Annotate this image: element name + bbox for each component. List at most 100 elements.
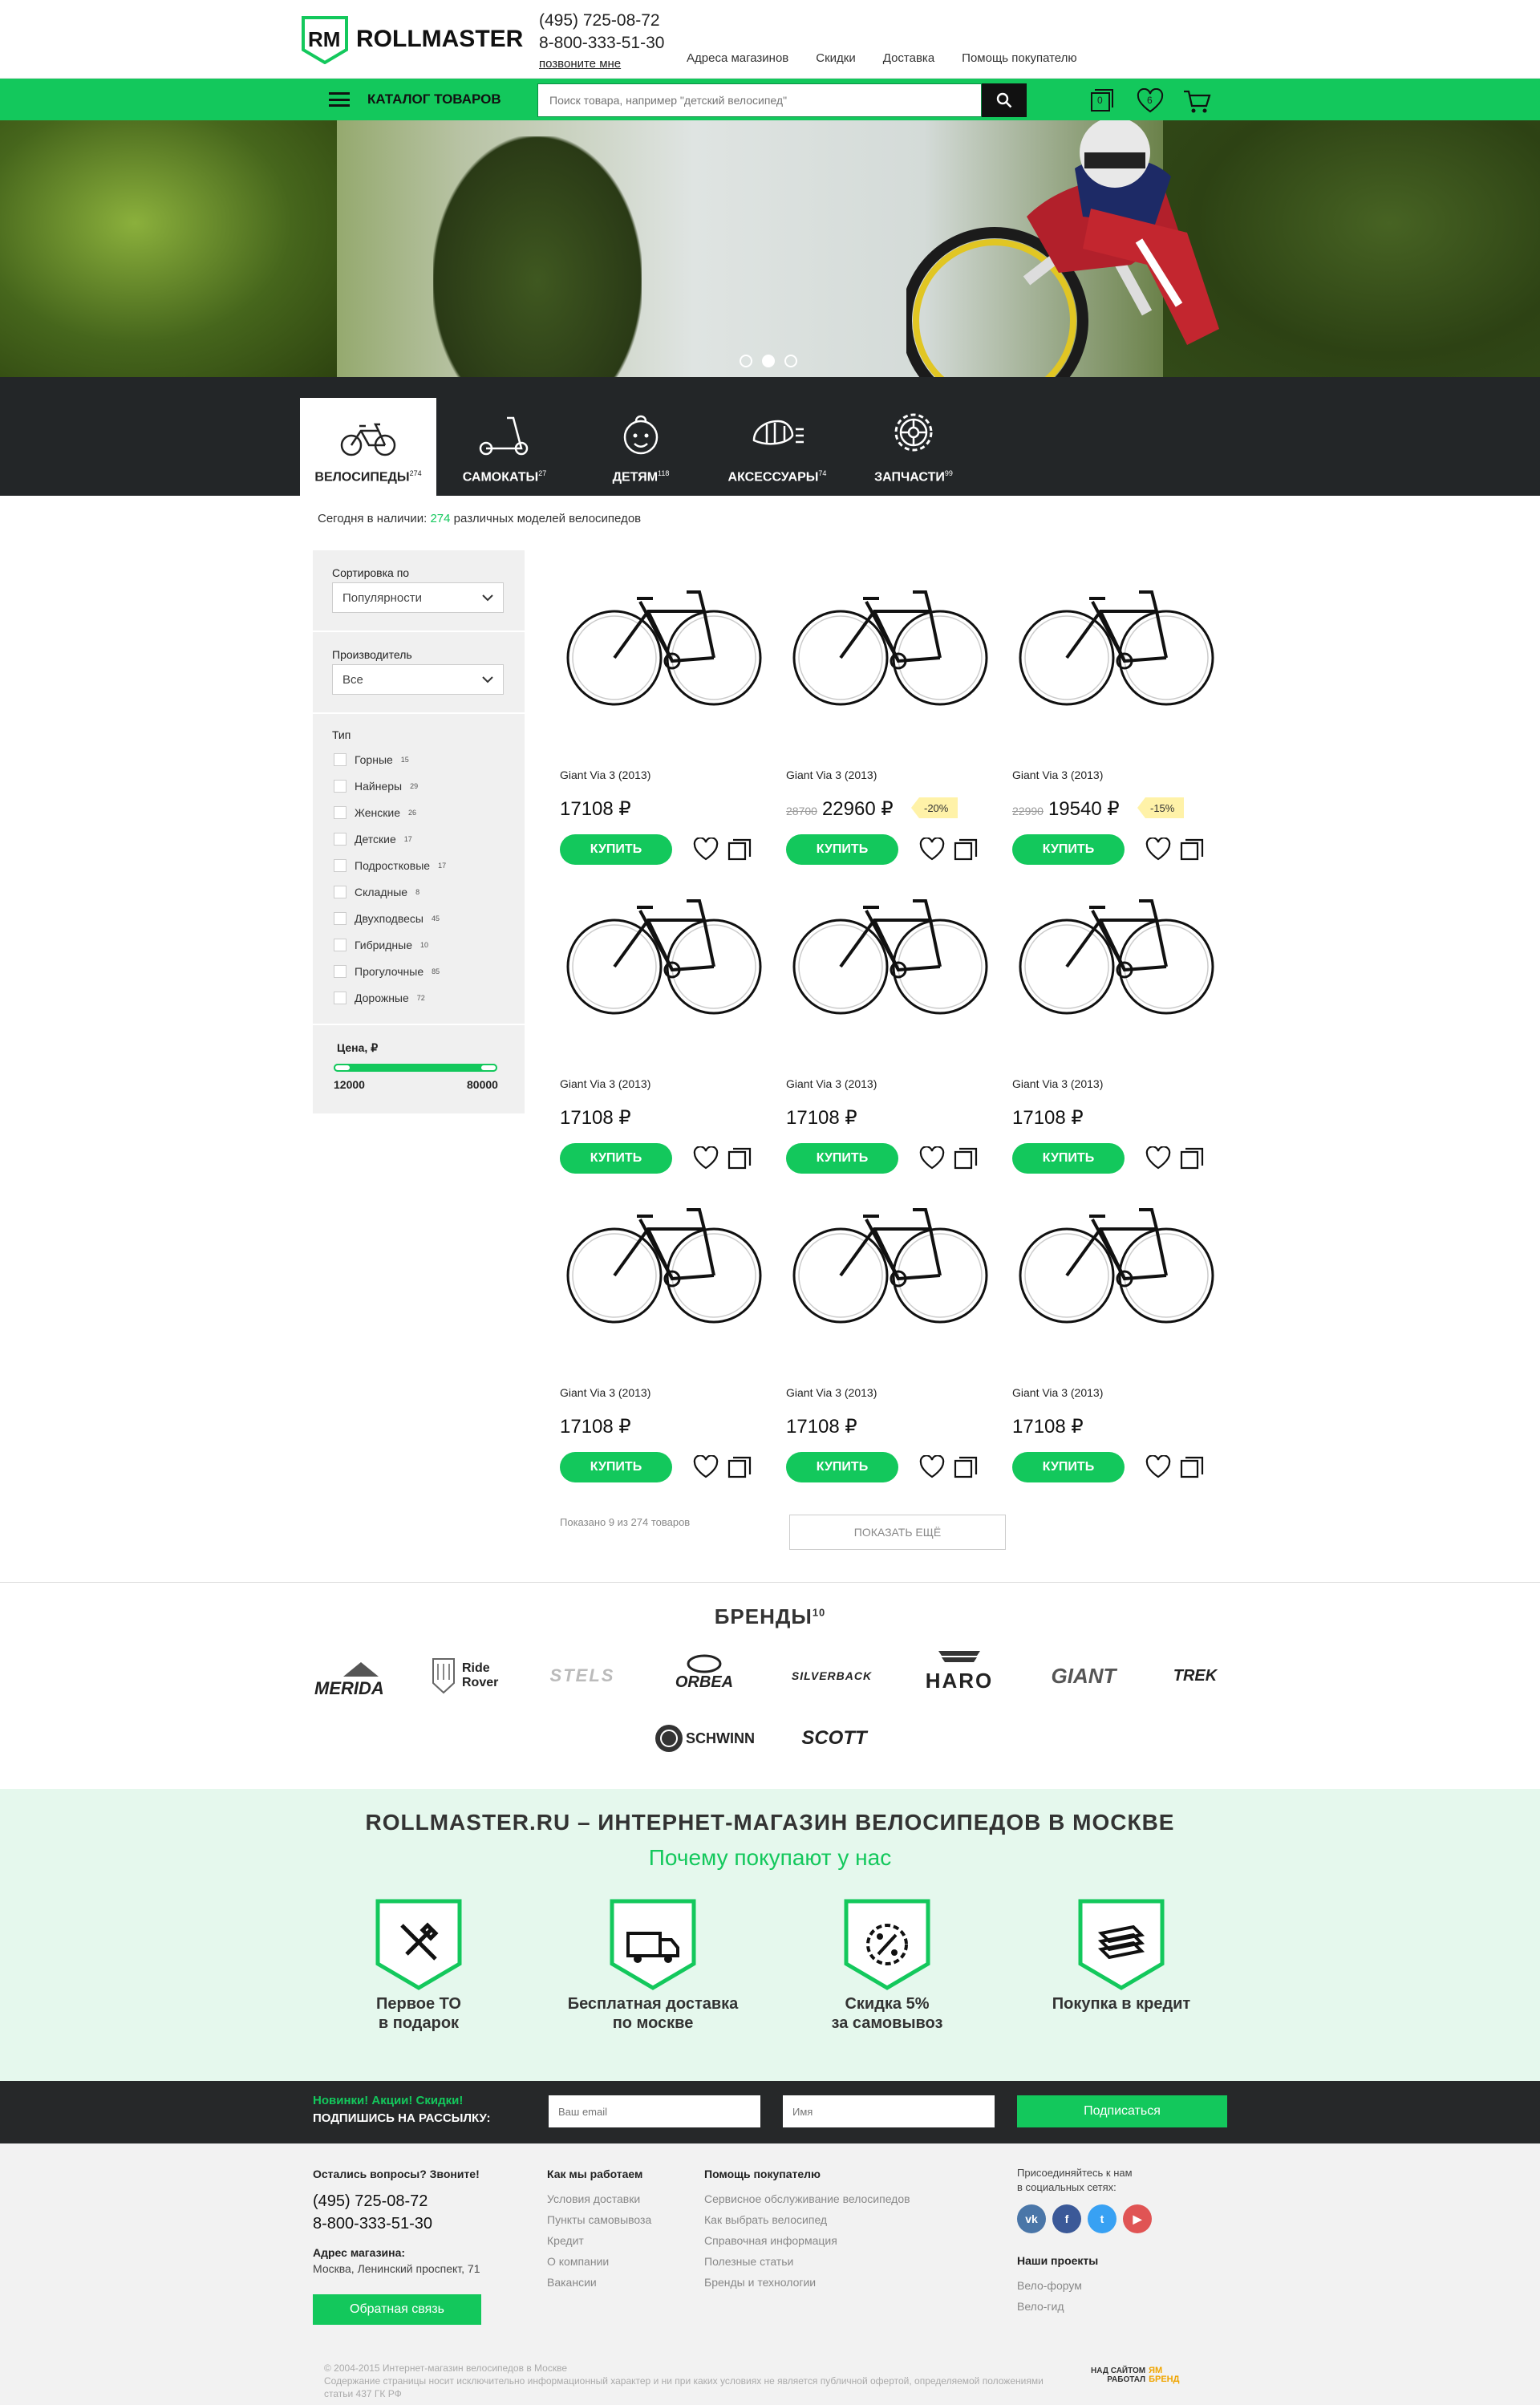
maker-select[interactable]: Все <box>332 664 504 695</box>
footer-link[interactable]: Условия доставки <box>547 2188 651 2209</box>
product-name[interactable]: Giant Via 3 (2013) <box>560 1386 650 1399</box>
search-button[interactable] <box>982 83 1027 117</box>
product-name[interactable]: Giant Via 3 (2013) <box>786 1077 877 1090</box>
bike-image[interactable] <box>1012 1187 1221 1332</box>
compare-button[interactable]: 0 <box>1088 88 1116 114</box>
catalog-button[interactable]: КАТАЛОГ ТОВАРОВ <box>329 91 501 107</box>
buy-button[interactable]: КУПИТЬ <box>1012 1143 1125 1174</box>
bike-image[interactable] <box>786 1187 995 1332</box>
product-card[interactable]: Giant Via 3 (2013) 17108 ₽ КУПИТЬ <box>560 570 768 874</box>
email-field[interactable] <box>549 2095 760 2127</box>
compare-icon[interactable] <box>1179 1455 1205 1479</box>
heart-icon[interactable] <box>919 1454 945 1479</box>
heart-icon[interactable] <box>919 837 945 862</box>
youtube-icon[interactable]: ▶ <box>1123 2204 1152 2233</box>
checkbox[interactable] <box>334 805 346 819</box>
brand-riderover[interactable]: Ride Rover <box>430 1653 510 1699</box>
product-card[interactable]: Giant Via 3 (2013) 17108 ₽ КУПИТЬ <box>560 1187 768 1492</box>
brand-orbea[interactable]: ORBEA <box>656 1649 752 1696</box>
tab-bicycles[interactable]: ВЕЛОСИПЕДЫ274 <box>300 398 436 496</box>
bike-image[interactable] <box>786 570 995 714</box>
buy-button[interactable]: КУПИТЬ <box>786 834 898 865</box>
nav-help[interactable]: Помощь покупателю <box>962 51 1076 65</box>
type-checkbox[interactable]: Гибридные 10 <box>334 931 446 958</box>
feedback-button[interactable]: Обратная связь <box>313 2294 481 2325</box>
hero-banner[interactable] <box>0 120 1540 377</box>
checkbox[interactable] <box>334 752 346 766</box>
type-checkbox[interactable]: Двухподвесы 45 <box>334 905 446 931</box>
cart-button[interactable] <box>1182 88 1211 114</box>
tab-accessories[interactable]: АКСЕССУАРЫ74 <box>709 398 845 496</box>
product-card[interactable]: Giant Via 3 (2013) 22990 19540 ₽ -15% КУПИТЬ <box>1012 570 1221 874</box>
type-checkbox[interactable]: Складные 8 <box>334 878 446 905</box>
hero-dot-3[interactable] <box>784 355 797 367</box>
hero-dot-2[interactable] <box>762 355 775 367</box>
heart-icon[interactable] <box>1145 1454 1171 1479</box>
footer-phone-2[interactable]: 8-800-333-51-30 <box>313 2212 432 2235</box>
type-checkbox[interactable]: Прогулочные 85 <box>334 958 446 984</box>
brand-schwinn[interactable]: SCHWINN <box>648 1715 760 1762</box>
buy-button[interactable]: КУПИТЬ <box>1012 1452 1125 1482</box>
checkbox[interactable] <box>334 858 346 872</box>
footer-link[interactable]: О компании <box>547 2251 651 2272</box>
heart-icon[interactable] <box>1145 837 1171 862</box>
tab-scooters[interactable]: САМОКАТЫ27 <box>436 398 573 496</box>
footer-link[interactable]: Справочная информация <box>704 2230 910 2251</box>
bike-image[interactable] <box>560 570 768 714</box>
bike-image[interactable] <box>560 1187 768 1332</box>
header-phone-2[interactable]: 8-800-333-51-30 <box>539 32 664 55</box>
made-by[interactable]: НАД САЙТОМ РАБОТАЛ ЯМ БРЕНД <box>1091 2366 1181 2385</box>
checkbox[interactable] <box>334 991 346 1004</box>
buy-button[interactable]: КУПИТЬ <box>786 1143 898 1174</box>
bike-image[interactable] <box>1012 570 1221 714</box>
type-checkbox[interactable]: Детские 17 <box>334 825 446 852</box>
bike-image[interactable] <box>1012 878 1221 1023</box>
footer-link[interactable]: Как выбрать велосипед <box>704 2209 910 2230</box>
product-name[interactable]: Giant Via 3 (2013) <box>786 1386 877 1399</box>
bike-image[interactable] <box>786 878 995 1023</box>
compare-icon[interactable] <box>953 1455 979 1479</box>
tab-parts[interactable]: ЗАПЧАСТИ99 <box>845 398 982 496</box>
footer-link[interactable]: Вакансии <box>547 2272 651 2293</box>
product-name[interactable]: Giant Via 3 (2013) <box>1012 1386 1103 1399</box>
bike-image[interactable] <box>560 878 768 1023</box>
nav-stores[interactable]: Адреса магазинов <box>687 51 788 65</box>
footer-link[interactable]: Бренды и технологии <box>704 2272 910 2293</box>
heart-icon[interactable] <box>1145 1146 1171 1170</box>
show-more-button[interactable]: ПОКАЗАТЬ ЕЩЁ <box>789 1515 1006 1550</box>
product-name[interactable]: Giant Via 3 (2013) <box>786 769 877 781</box>
compare-icon[interactable] <box>727 1455 752 1479</box>
brand-giant[interactable]: GIANT <box>1027 1653 1141 1699</box>
type-checkbox[interactable]: Горные 15 <box>334 746 446 773</box>
buy-button[interactable]: КУПИТЬ <box>1012 834 1125 865</box>
brand-scott[interactable]: SCOTT <box>778 1715 890 1762</box>
compare-icon[interactable] <box>1179 837 1205 862</box>
checkbox[interactable] <box>334 911 346 925</box>
favorites-button[interactable]: 6 <box>1136 88 1165 114</box>
footer-link[interactable]: Полезные статьи <box>704 2251 910 2272</box>
footer-link[interactable]: Кредит <box>547 2230 651 2251</box>
product-name[interactable]: Giant Via 3 (2013) <box>1012 1077 1103 1090</box>
product-card[interactable]: Giant Via 3 (2013) 17108 ₽ КУПИТЬ <box>1012 1187 1221 1492</box>
twitter-icon[interactable]: t <box>1088 2204 1116 2233</box>
compare-icon[interactable] <box>727 1146 752 1170</box>
vk-icon[interactable]: vk <box>1017 2204 1046 2233</box>
footer-link[interactable]: Пункты самовывоза <box>547 2209 651 2230</box>
checkbox[interactable] <box>334 885 346 898</box>
subscribe-button[interactable]: Подписаться <box>1017 2095 1227 2127</box>
product-card[interactable]: Giant Via 3 (2013) 17108 ₽ КУПИТЬ <box>786 878 995 1183</box>
product-card[interactable]: Giant Via 3 (2013) 17108 ₽ КУПИТЬ <box>786 1187 995 1492</box>
type-checkbox[interactable]: Женские 26 <box>334 799 446 825</box>
product-name[interactable]: Giant Via 3 (2013) <box>560 1077 650 1090</box>
tab-kids[interactable]: ДЕТЯМ118 <box>573 398 709 496</box>
buy-button[interactable]: КУПИТЬ <box>786 1452 898 1482</box>
price-min-handle[interactable] <box>334 1064 351 1072</box>
project-link[interactable]: Вело-форум <box>1017 2275 1082 2296</box>
type-checkbox[interactable]: Подростковые 17 <box>334 852 446 878</box>
nav-delivery[interactable]: Доставка <box>883 51 934 65</box>
name-field[interactable] <box>783 2095 995 2127</box>
checkbox[interactable] <box>334 832 346 846</box>
hero-dot-1[interactable] <box>740 355 752 367</box>
price-max-handle[interactable] <box>480 1064 497 1072</box>
checkbox[interactable] <box>334 938 346 951</box>
